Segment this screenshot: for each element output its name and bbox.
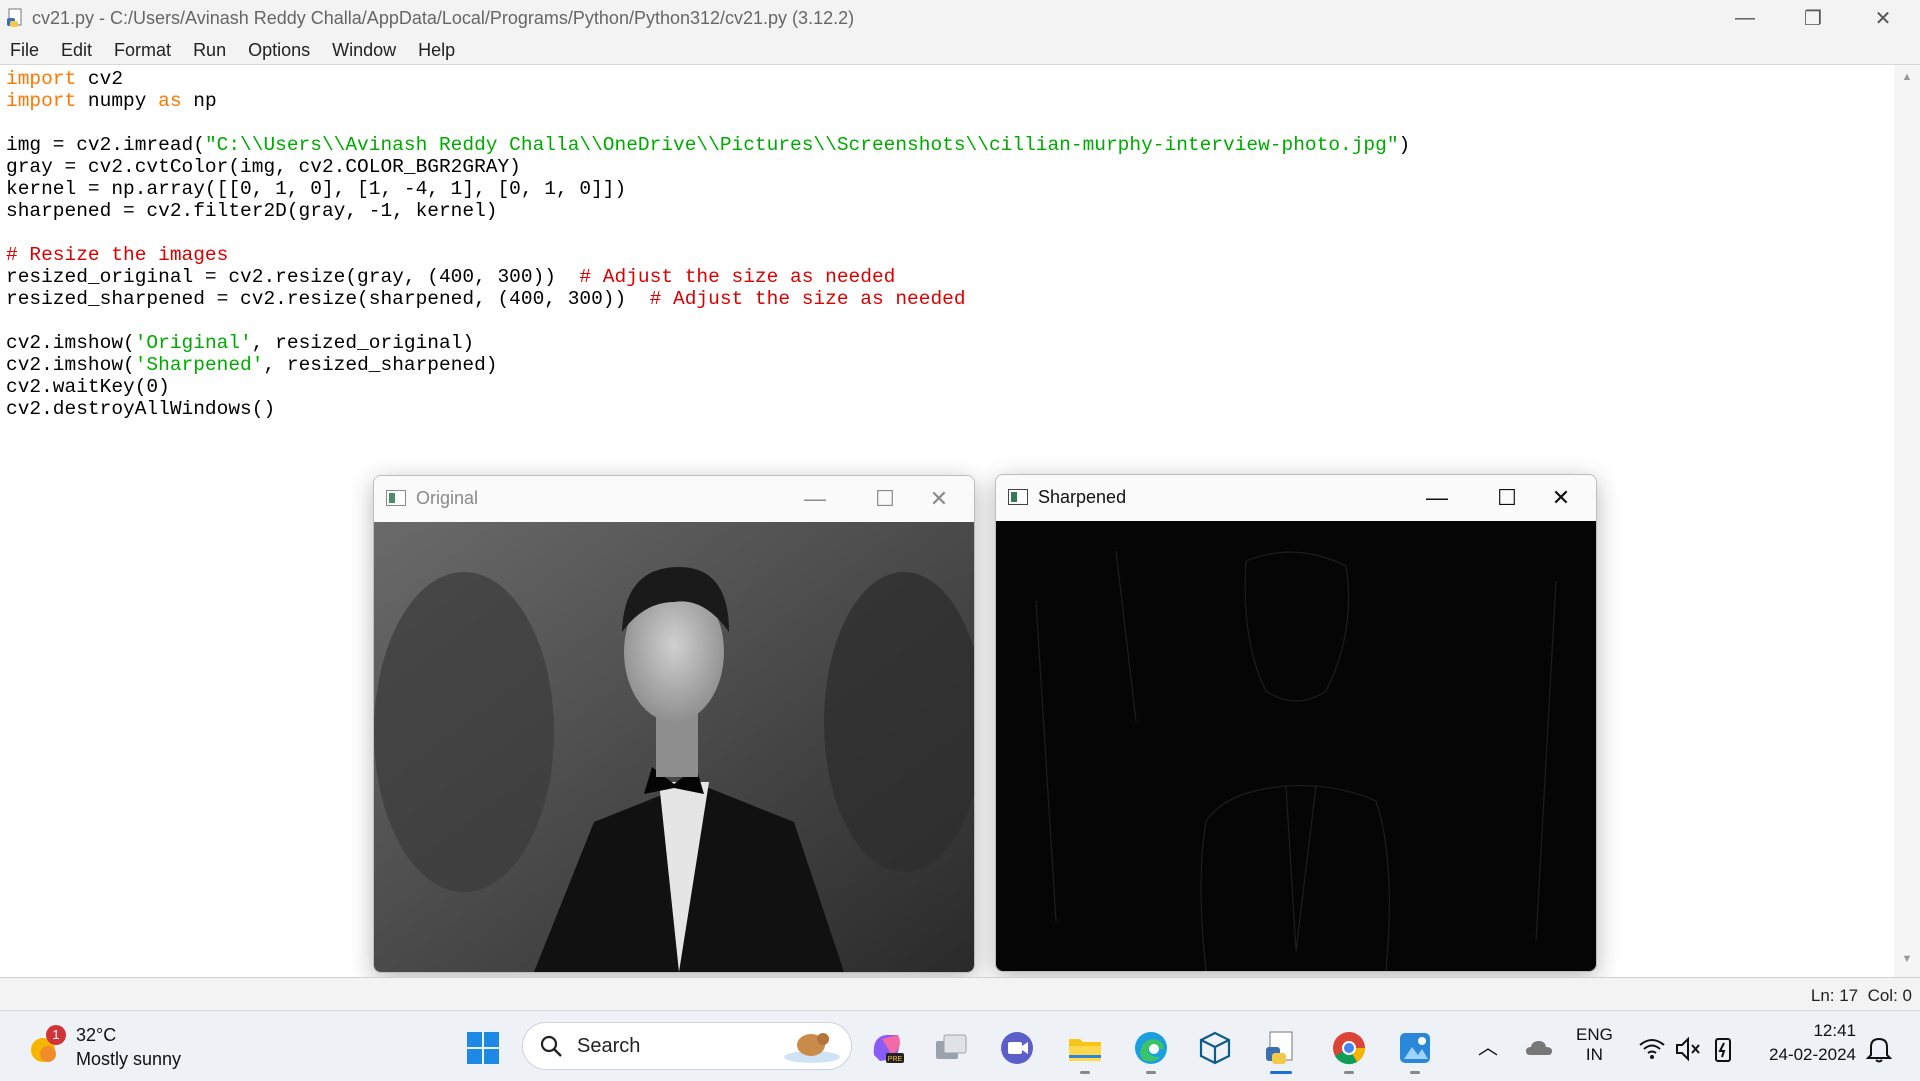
notification-bell-icon[interactable] [1866, 1035, 1892, 1063]
show-hidden-icons-chevron-icon[interactable]: ︿ [1478, 1031, 1498, 1060]
close-button[interactable]: ✕ [1848, 0, 1918, 36]
teams-icon[interactable] [998, 1029, 1036, 1067]
cursor-position: Ln: 17 Col: 0 [1811, 986, 1912, 1006]
chrome-icon[interactable] [1330, 1029, 1368, 1067]
vertical-scrollbar[interactable]: ▲ ▼ [1894, 65, 1920, 977]
search-icon [540, 1035, 562, 1057]
original-window-title: Original [416, 488, 479, 508]
original-grayscale-image [374, 522, 974, 972]
region-code: IN [1585, 1045, 1603, 1064]
clock-time: 12:41 [1813, 1021, 1856, 1040]
file-explorer-running-indicator [1080, 1071, 1090, 1074]
code-text[interactable]: import cv2 import numpy as np img = cv2.… [6, 68, 1410, 420]
line-number: Ln: 17 [1810, 986, 1859, 1005]
original-minimize-button[interactable]: — [790, 482, 840, 516]
task-view-icon[interactable] [932, 1029, 970, 1067]
sharpened-window-title: Sharpened [1038, 487, 1127, 507]
start-icon[interactable] [464, 1029, 502, 1067]
scroll-up-arrow-icon[interactable]: ▲ [1894, 71, 1920, 89]
sharpened-window-titlebar[interactable]: Sharpened — ☐ ✕ [996, 475, 1596, 521]
title-bar: cv21.py - C:/Users/Avinash Reddy Challa/… [0, 0, 1920, 36]
opencv-window-icon [1008, 489, 1028, 505]
taskbar-search-box[interactable]: Search [522, 1022, 852, 1070]
original-image-window[interactable]: Original — ☐ ✕ [373, 475, 975, 973]
menu-bar: File Edit Format Run Options Window Help [0, 36, 1920, 65]
python-idle-icon[interactable] [1262, 1029, 1300, 1067]
menu-run[interactable]: Run [182, 40, 237, 61]
weather-temperature[interactable]: 32°C [76, 1025, 116, 1046]
muted-speaker-icon[interactable] [1674, 1035, 1702, 1063]
edge-icon[interactable] [1132, 1029, 1170, 1067]
language-code: ENG [1576, 1025, 1613, 1044]
menu-window[interactable]: Window [321, 40, 407, 61]
sharpened-edge-image [996, 521, 1596, 971]
search-highlight-icon [784, 1033, 840, 1063]
original-window-titlebar[interactable]: Original — ☐ ✕ [374, 476, 974, 522]
menu-options[interactable]: Options [237, 40, 321, 61]
opencv-window-icon [386, 490, 406, 506]
python-idle-active-indicator [1270, 1071, 1292, 1074]
edge-running-indicator [1146, 1071, 1156, 1074]
minimize-button[interactable]: — [1710, 0, 1780, 36]
sharpened-close-button[interactable]: ✕ [1536, 481, 1586, 515]
wifi-icon[interactable] [1638, 1035, 1666, 1063]
status-bar: Ln: 17 Col: 0 [0, 977, 1920, 1010]
menu-help[interactable]: Help [407, 40, 466, 61]
box-app-icon[interactable] [1196, 1029, 1234, 1067]
file-explorer-icon[interactable] [1066, 1029, 1104, 1067]
search-placeholder: Search [577, 1035, 641, 1057]
weather-description[interactable]: Mostly sunny [76, 1049, 181, 1070]
menu-file[interactable]: File [0, 40, 50, 61]
battery-charging-icon[interactable] [1710, 1035, 1738, 1063]
scroll-down-arrow-icon[interactable]: ▼ [1894, 953, 1920, 971]
sharpened-image-window[interactable]: Sharpened — ☐ ✕ [995, 474, 1597, 972]
restore-button[interactable]: ❐ [1778, 0, 1848, 36]
menu-edit[interactable]: Edit [50, 40, 103, 61]
window-title: cv21.py - C:/Users/Avinash Reddy Challa/… [32, 8, 855, 28]
clock-date: 24-02-2024 [1769, 1045, 1856, 1064]
language-indicator[interactable]: ENG IN [1576, 1025, 1613, 1065]
clock[interactable]: 12:41 24-02-2024 [1756, 1021, 1856, 1065]
weather-notification-badge: 1 [46, 1025, 66, 1045]
taskbar: 1 32°C Mostly sunny Search PRE ︿ ENG IN … [0, 1010, 1920, 1081]
python-file-icon [7, 8, 22, 27]
photos-running-indicator [1410, 1071, 1420, 1074]
original-maximize-button[interactable]: ☐ [860, 482, 910, 516]
column-number: Col: 0 [1867, 986, 1912, 1005]
onedrive-cloud-icon[interactable] [1524, 1033, 1554, 1063]
copilot-icon[interactable]: PRE [868, 1029, 906, 1067]
sharpened-maximize-button[interactable]: ☐ [1482, 481, 1532, 515]
sharpened-minimize-button[interactable]: — [1412, 481, 1462, 515]
chrome-running-indicator [1344, 1071, 1354, 1074]
svg-text:PRE: PRE [888, 1056, 903, 1063]
original-close-button[interactable]: ✕ [914, 482, 964, 516]
photos-icon[interactable] [1396, 1029, 1434, 1067]
menu-format[interactable]: Format [103, 40, 182, 61]
